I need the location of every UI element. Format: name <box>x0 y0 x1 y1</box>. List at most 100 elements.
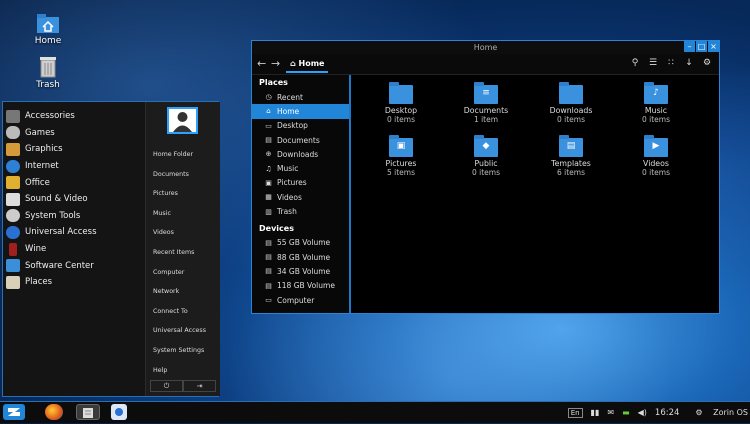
menu-category-games[interactable]: Games <box>3 125 144 142</box>
os-menu[interactable]: ⚙ Zorin OS <box>687 408 748 417</box>
clock[interactable]: 16:24 <box>655 408 680 418</box>
menu-categories: Accessories Games Graphics Internet Offi… <box>3 102 144 402</box>
menu-place-home-folder[interactable]: Home Folder <box>146 145 220 165</box>
palette-icon <box>6 142 20 156</box>
menu-category-label: Accessories <box>25 111 75 122</box>
computer-icon: ▭ <box>265 296 272 304</box>
menu-category-system-tools[interactable]: System Tools <box>3 208 144 225</box>
menu-category-graphics[interactable]: Graphics <box>3 141 144 158</box>
sidebar-device-34gb[interactable]: ▤ 34 GB Volume <box>252 264 349 278</box>
back-button[interactable]: ← <box>257 57 266 70</box>
menu-place-network[interactable]: Network <box>146 282 220 302</box>
sidebar-device-118gb[interactable]: ▤ 118 GB Volume <box>252 279 349 293</box>
menu-category-label: Internet <box>25 161 59 172</box>
sidebar-item-home[interactable]: ⌂ Home <box>252 104 349 119</box>
sidebar-item-trash[interactable]: ▥ Trash <box>252 204 349 218</box>
folder-icon: ▤ <box>559 135 583 157</box>
folder-item-downloads[interactable]: Downloads 0 items <box>536 82 606 124</box>
folder-item-desktop[interactable]: Desktop 0 items <box>366 82 436 124</box>
menu-place-videos[interactable]: Videos <box>146 223 220 243</box>
menu-place-computer[interactable]: Computer <box>146 263 220 283</box>
menu-place-recent-items[interactable]: Recent Items <box>146 243 220 263</box>
menu-place-connect-to[interactable]: Connect To <box>146 302 220 322</box>
sidebar-item-downloads[interactable]: ⊕ Downloads <box>252 147 349 161</box>
menu-place-music[interactable]: Music <box>146 204 220 224</box>
folder-item-public[interactable]: ◆ Public 0 items <box>451 135 521 177</box>
taskbar-file-manager[interactable] <box>76 404 100 420</box>
menu-place-pictures[interactable]: Pictures <box>146 184 220 204</box>
menu-place-universal-access[interactable]: Universal Access <box>146 321 220 341</box>
menu-category-wine[interactable]: Wine <box>3 241 144 258</box>
menu-category-internet[interactable]: Internet <box>3 158 144 175</box>
sidebar-device-88gb[interactable]: ▤ 88 GB Volume <box>252 250 349 264</box>
sidebar-item-recent[interactable]: ◷ Recent <box>252 90 349 104</box>
logout-button[interactable]: ⇥ <box>183 380 216 392</box>
menu-category-sound-video[interactable]: Sound & Video <box>3 191 144 208</box>
folder-item-documents[interactable]: ≡ Documents 1 item <box>451 82 521 124</box>
folder-item-templates[interactable]: ▤ Templates 6 items <box>536 135 606 177</box>
sidebar-item-label: 88 GB Volume <box>277 252 331 262</box>
folder-name: Music <box>644 106 668 115</box>
breadcrumb-home[interactable]: ⌂ Home <box>286 56 329 73</box>
documents-icon: ▤ <box>265 136 272 145</box>
taskbar-firefox[interactable] <box>45 404 63 420</box>
folder-count: 1 item <box>473 115 499 124</box>
power-button[interactable]: ⏻ <box>150 380 183 392</box>
grid-view-button[interactable]: ∷ <box>663 56 679 70</box>
close-button[interactable]: × <box>708 41 719 52</box>
sidebar-item-label: 118 GB Volume <box>277 281 335 291</box>
folder-item-videos[interactable]: ▶ Videos 0 items <box>621 135 691 177</box>
speaker-icon <box>6 192 20 206</box>
network-icon[interactable]: ▮▮ <box>591 408 600 417</box>
sidebar-item-pictures[interactable]: ▣ Pictures <box>252 176 349 190</box>
arrow-left-icon: ← <box>257 57 267 70</box>
breadcrumb-label: Home <box>298 59 325 68</box>
volume-icon[interactable]: ◀) <box>638 408 647 417</box>
menu-category-software-center[interactable]: Software Center <box>3 257 144 274</box>
keyboard-layout[interactable]: En <box>567 407 583 418</box>
sidebar-item-documents[interactable]: ▤ Documents <box>252 133 349 147</box>
zorin-menu-button[interactable] <box>3 404 25 420</box>
desktop-icon-label: Home <box>34 36 62 46</box>
folder-item-pictures[interactable]: ▣ Pictures 5 items <box>366 135 436 177</box>
battery-icon[interactable]: ▬ <box>622 408 630 417</box>
forward-button[interactable]: → <box>271 57 280 70</box>
list-view-button[interactable]: ☰ <box>645 56 661 70</box>
mail-icon[interactable]: ✉ <box>607 408 614 417</box>
search-button[interactable]: ⚲ <box>627 56 643 70</box>
power-icon: ⏻ <box>163 382 170 390</box>
sidebar-item-label: Trash <box>277 207 297 217</box>
sidebar-item-label: Pictures <box>277 178 307 188</box>
sidebar-device-computer[interactable]: ▭ Computer <box>252 293 349 307</box>
sidebar-item-label: Music <box>277 164 299 174</box>
settings-button[interactable]: ⚙ <box>699 56 715 70</box>
taskbar-software[interactable] <box>111 404 127 420</box>
maximize-button[interactable]: □ <box>696 41 707 52</box>
sidebar-device-55gb[interactable]: ▤ 55 GB Volume <box>252 236 349 250</box>
folder-icon: ▣ <box>389 135 413 157</box>
sidebar-item-label: 34 GB Volume <box>277 266 331 276</box>
folder-item-music[interactable]: ♪ Music 0 items <box>621 82 691 124</box>
desktop-icon-trash[interactable]: Trash <box>23 56 73 90</box>
pictures-icon: ▣ <box>265 178 272 187</box>
desktop-icon-home[interactable]: Home <box>23 12 73 46</box>
sort-button[interactable]: ↓ <box>681 56 697 70</box>
trash-icon <box>40 57 56 78</box>
gear-icon <box>6 209 20 223</box>
avatar[interactable] <box>167 107 198 134</box>
menu-category-accessories[interactable]: Accessories <box>3 108 144 125</box>
menu-place-documents[interactable]: Documents <box>146 165 220 185</box>
videos-icon: ▦ <box>265 193 272 202</box>
sidebar-item-music[interactable]: ♫ Music <box>252 161 349 175</box>
downloads-icon: ⊕ <box>265 150 272 159</box>
folder-icon <box>389 82 413 104</box>
menu-category-places[interactable]: Places <box>3 274 144 291</box>
menu-category-office[interactable]: Office <box>3 174 144 191</box>
menu-category-universal-access[interactable]: Universal Access <box>3 224 144 241</box>
sidebar-item-videos[interactable]: ▦ Videos <box>252 190 349 204</box>
sidebar-item-desktop[interactable]: ▭ Desktop <box>252 119 349 133</box>
menu-places-pane: Home Folder Documents Pictures Music Vid… <box>145 102 220 396</box>
menu-place-help[interactable]: Help <box>146 361 220 381</box>
minimize-button[interactable]: – <box>684 41 695 52</box>
menu-place-system-settings[interactable]: System Settings <box>146 341 220 361</box>
